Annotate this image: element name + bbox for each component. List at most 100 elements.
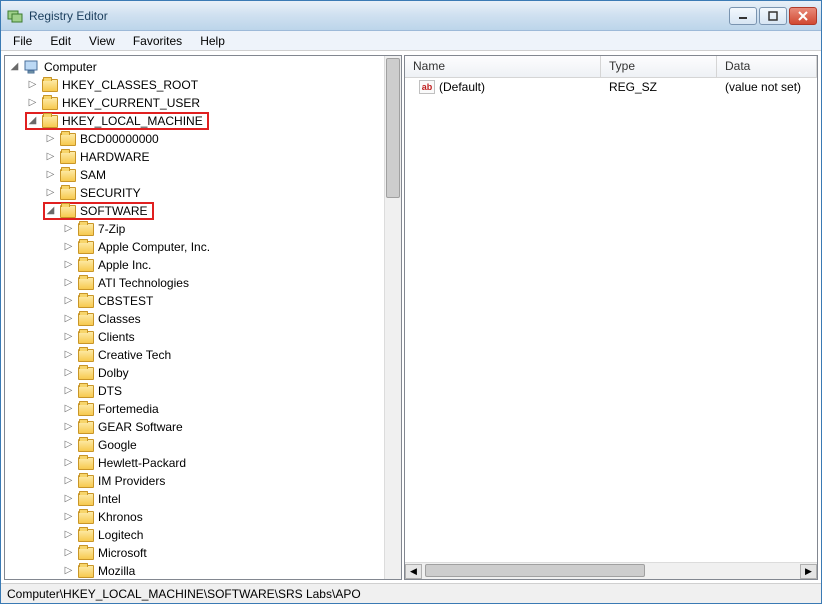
- tree-node-software-child[interactable]: ▷ATI Technologies: [5, 274, 384, 292]
- column-name[interactable]: Name: [405, 56, 601, 77]
- expand-icon[interactable]: ▷: [63, 260, 74, 271]
- expand-icon[interactable]: ▷: [63, 530, 74, 541]
- tree-node-software-child[interactable]: ▷ Apple Inc.: [5, 256, 384, 274]
- tree-root-computer[interactable]: ◢ Computer: [5, 58, 384, 76]
- expand-icon[interactable]: ▷: [63, 386, 74, 397]
- tree-node-software-child[interactable]: ▷IM Providers: [5, 472, 384, 490]
- tree-node-hkcr[interactable]: ▷ HKEY_CLASSES_ROOT: [5, 76, 384, 94]
- expand-icon[interactable]: ▷: [63, 512, 74, 523]
- tree-node-software-child[interactable]: ▷Classes: [5, 310, 384, 328]
- menu-view[interactable]: View: [81, 32, 123, 50]
- tree-label: Dolby: [98, 366, 129, 380]
- tree-node-software-child[interactable]: ▷ Dolby: [5, 364, 384, 382]
- tree-node-hklm[interactable]: ◢ HKEY_LOCAL_MACHINE: [5, 112, 384, 130]
- expand-icon[interactable]: ▷: [63, 332, 74, 343]
- list-pane: Name Type Data ab (Default) REG_SZ (valu…: [404, 55, 818, 580]
- tree-node-software-child[interactable]: ▷ Hewlett-Packard: [5, 454, 384, 472]
- close-button[interactable]: [789, 7, 817, 25]
- titlebar[interactable]: Registry Editor: [1, 1, 821, 31]
- expand-icon[interactable]: ▷: [63, 404, 74, 415]
- tree-node-software-child[interactable]: ▷CBSTEST: [5, 292, 384, 310]
- expand-icon[interactable]: ▷: [63, 422, 74, 433]
- expand-icon[interactable]: ▷: [63, 242, 74, 253]
- window-title: Registry Editor: [29, 9, 729, 23]
- folder-icon: [78, 529, 94, 542]
- expand-icon[interactable]: ▷: [27, 98, 38, 109]
- folder-icon: [78, 457, 94, 470]
- expand-icon[interactable]: ▷: [63, 368, 74, 379]
- folder-icon: [78, 295, 94, 308]
- tree-label: SECURITY: [80, 186, 141, 200]
- tree-node-software[interactable]: ◢ SOFTWARE: [5, 202, 384, 220]
- tree-label: Hewlett-Packard: [98, 456, 186, 470]
- tree-label: HARDWARE: [80, 150, 150, 164]
- tree-label: Creative Tech: [98, 348, 171, 362]
- expand-icon[interactable]: ▷: [45, 152, 56, 163]
- tree-node-software-child[interactable]: ▷Apple Computer, Inc.: [5, 238, 384, 256]
- scrollbar-thumb[interactable]: [425, 564, 645, 577]
- expand-icon[interactable]: ▷: [27, 80, 38, 91]
- expand-icon[interactable]: ▷: [45, 134, 56, 145]
- expand-icon[interactable]: ▷: [63, 296, 74, 307]
- scroll-left-arrow[interactable]: ◀: [405, 564, 422, 579]
- folder-icon: [78, 367, 94, 380]
- tree-label: Fortemedia: [98, 402, 159, 416]
- tree-label: Google: [98, 438, 137, 452]
- menu-edit[interactable]: Edit: [42, 32, 79, 50]
- tree-node-hkcu[interactable]: ▷ HKEY_CURRENT_USER: [5, 94, 384, 112]
- expand-icon[interactable]: ▷: [63, 350, 74, 361]
- tree-node-software-child[interactable]: ▷GEAR Software: [5, 418, 384, 436]
- expand-icon[interactable]: ▷: [45, 188, 56, 199]
- tree-node-software-child[interactable]: ▷Clients: [5, 328, 384, 346]
- tree-node-software-child[interactable]: ▷ Google: [5, 436, 384, 454]
- tree-pane: ◢ Computer ▷ HKEY_CLASSES_ROOT ▷: [4, 55, 402, 580]
- menu-file[interactable]: File: [5, 32, 40, 50]
- tree-node-hardware[interactable]: ▷ HARDWARE: [5, 148, 384, 166]
- tree-node-software-child[interactable]: ▷Khronos: [5, 508, 384, 526]
- expand-icon[interactable]: ▷: [63, 476, 74, 487]
- expand-icon[interactable]: ▷: [45, 170, 56, 181]
- folder-icon: [60, 169, 76, 182]
- menu-favorites[interactable]: Favorites: [125, 32, 190, 50]
- list-horizontal-scrollbar[interactable]: ◀ ▶: [405, 562, 817, 579]
- expand-icon[interactable]: ▷: [63, 278, 74, 289]
- tree-vertical-scrollbar[interactable]: [384, 56, 401, 579]
- folder-icon: [78, 259, 94, 272]
- collapse-icon[interactable]: ◢: [9, 62, 20, 73]
- tree-node-software-child[interactable]: ▷Microsoft: [5, 544, 384, 562]
- collapse-icon[interactable]: ◢: [27, 116, 38, 127]
- tree-node-software-child[interactable]: ▷Mozilla: [5, 562, 384, 579]
- expand-icon[interactable]: ▷: [63, 224, 74, 235]
- list-row[interactable]: ab (Default) REG_SZ (value not set): [405, 78, 817, 96]
- tree-node-software-child[interactable]: ▷7-Zip: [5, 220, 384, 238]
- tree-node-bcd[interactable]: ▷ BCD00000000: [5, 130, 384, 148]
- tree-node-security[interactable]: ▷ SECURITY: [5, 184, 384, 202]
- tree-node-software-child[interactable]: ▷Logitech: [5, 526, 384, 544]
- expand-icon[interactable]: ▷: [63, 314, 74, 325]
- folder-icon: [78, 475, 94, 488]
- tree-label: Apple Inc.: [98, 258, 151, 272]
- expand-icon[interactable]: ▷: [63, 494, 74, 505]
- column-type[interactable]: Type: [601, 56, 717, 77]
- tree-scroll[interactable]: ◢ Computer ▷ HKEY_CLASSES_ROOT ▷: [5, 56, 384, 579]
- scroll-right-arrow[interactable]: ▶: [800, 564, 817, 579]
- folder-icon: [78, 421, 94, 434]
- column-data[interactable]: Data: [717, 56, 817, 77]
- tree-node-software-child[interactable]: ▷Intel: [5, 490, 384, 508]
- tree-node-sam[interactable]: ▷ SAM: [5, 166, 384, 184]
- expand-icon[interactable]: ▷: [63, 458, 74, 469]
- maximize-button[interactable]: [759, 7, 787, 25]
- folder-icon: [60, 133, 76, 146]
- scrollbar-thumb[interactable]: [386, 58, 400, 198]
- tree-node-software-child[interactable]: ▷ Creative Tech: [5, 346, 384, 364]
- list-body[interactable]: ab (Default) REG_SZ (value not set): [405, 78, 817, 562]
- minimize-button[interactable]: [729, 7, 757, 25]
- menu-help[interactable]: Help: [192, 32, 233, 50]
- tree-node-software-child[interactable]: ▷ Fortemedia: [5, 400, 384, 418]
- collapse-icon[interactable]: ◢: [45, 206, 56, 217]
- expand-icon[interactable]: ▷: [63, 440, 74, 451]
- expand-icon[interactable]: ▷: [63, 566, 74, 577]
- folder-icon: [78, 385, 94, 398]
- expand-icon[interactable]: ▷: [63, 548, 74, 559]
- tree-node-software-child[interactable]: ▷DTS: [5, 382, 384, 400]
